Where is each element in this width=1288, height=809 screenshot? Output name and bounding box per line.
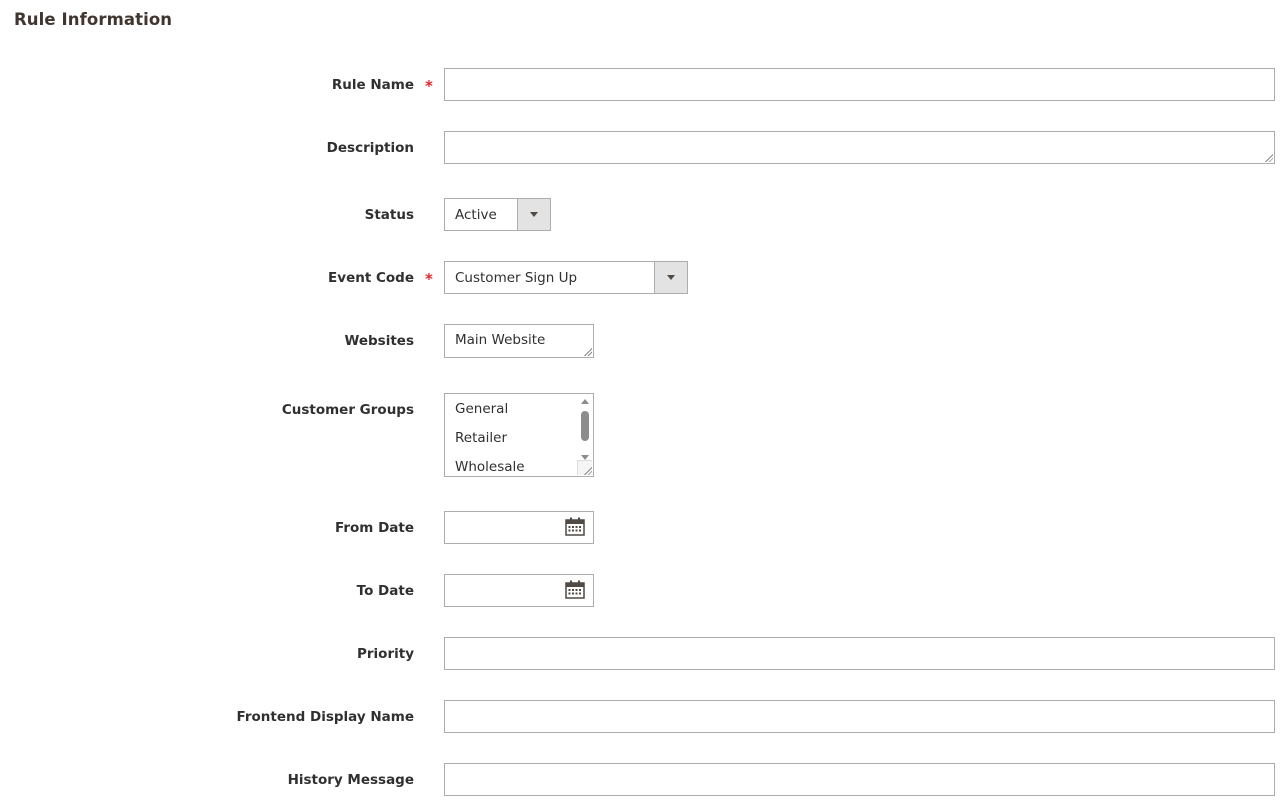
resize-grip-icon[interactable] [1264, 153, 1273, 162]
history-message-input[interactable] [444, 763, 1275, 796]
section-title: Rule Information [14, 10, 173, 29]
priority-label: Priority [357, 646, 414, 662]
history-message-label: History Message [287, 772, 414, 788]
frontend-display-name-input[interactable] [444, 700, 1275, 733]
calendar-icon[interactable] [565, 580, 585, 599]
websites-label: Websites [344, 333, 414, 349]
rule-name-required-mark: * [425, 77, 433, 95]
rule-name-input[interactable] [444, 68, 1275, 101]
status-select[interactable]: Active [444, 198, 551, 231]
customer-groups-multiselect[interactable]: General Retailer Wholesale [444, 393, 594, 477]
from-date-control [444, 511, 594, 544]
from-date-label: From Date [335, 520, 414, 536]
customer-groups-scrollbar[interactable] [578, 395, 592, 460]
customer-group-option-wholesale[interactable]: Wholesale [455, 458, 525, 476]
calendar-icon[interactable] [565, 517, 585, 536]
chevron-down-icon [667, 275, 675, 280]
description-textarea[interactable] [444, 131, 1275, 164]
frontend-display-name-label: Frontend Display Name [236, 709, 414, 725]
websites-multiselect[interactable]: Main Website [444, 324, 594, 358]
event-code-label: Event Code [328, 270, 414, 286]
customer-groups-label: Customer Groups [281, 402, 414, 418]
priority-input[interactable] [444, 637, 1275, 670]
scrollbar-thumb[interactable] [581, 411, 589, 441]
event-code-dropdown-button[interactable] [654, 262, 687, 293]
scrollbar-corner [577, 460, 592, 475]
status-label: Status [364, 207, 414, 223]
resize-grip-icon[interactable] [583, 466, 592, 475]
customer-group-option-retailer[interactable]: Retailer [455, 429, 507, 447]
scroll-up-arrow-icon[interactable] [581, 399, 589, 404]
rule-name-label: Rule Name [331, 77, 414, 93]
description-label: Description [326, 140, 414, 156]
to-date-label: To Date [356, 583, 414, 599]
customer-group-option-general[interactable]: General [455, 400, 508, 418]
chevron-down-icon [530, 212, 538, 217]
event-code-selected-value: Customer Sign Up [455, 269, 578, 286]
to-date-control [444, 574, 594, 607]
event-code-required-mark: * [425, 270, 433, 288]
websites-option[interactable]: Main Website [455, 331, 545, 349]
status-dropdown-button[interactable] [517, 199, 550, 230]
status-selected-value: Active [455, 206, 497, 223]
resize-grip-icon[interactable] [583, 347, 592, 356]
event-code-select[interactable]: Customer Sign Up [444, 261, 688, 294]
